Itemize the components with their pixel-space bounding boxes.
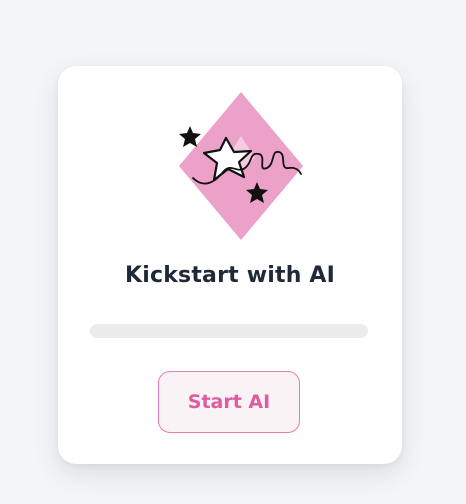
progress-bar [90,324,368,338]
card-title: Kickstart with AI [124,263,336,288]
sparkle-star-diamond-icon [179,92,303,240]
start-ai-button[interactable]: Start AI [158,371,300,433]
page-background: Kickstart with AI Start AI [0,0,466,504]
kickstart-card: Kickstart with AI Start AI [58,66,402,464]
